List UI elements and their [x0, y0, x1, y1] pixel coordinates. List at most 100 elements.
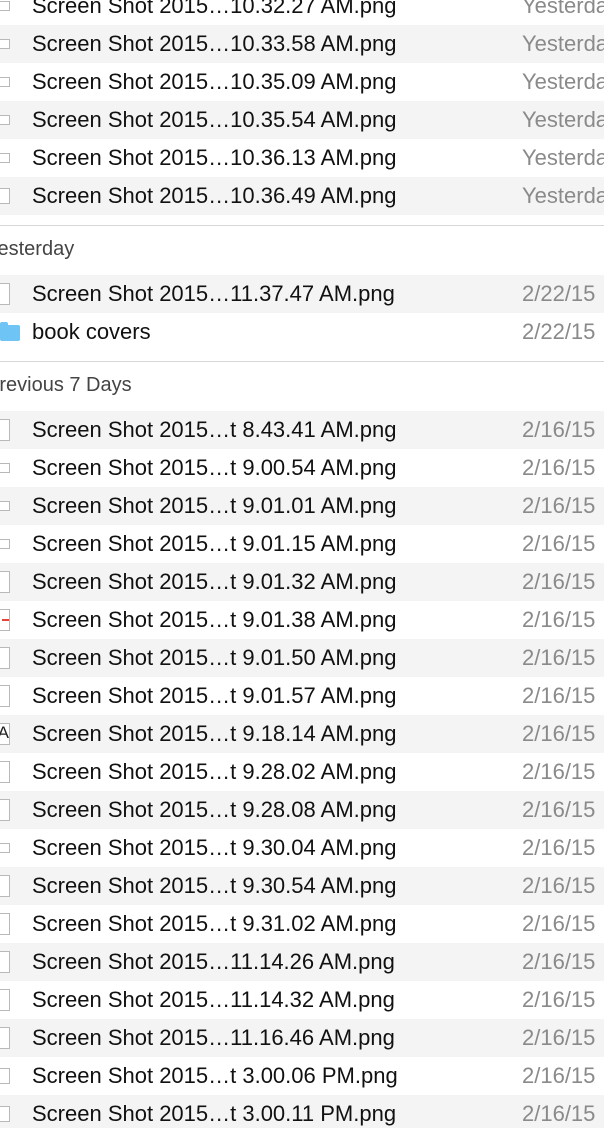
file-name: Screen Shot 2015…t 9.30.04 AM.png: [32, 835, 397, 860]
file-row[interactable]: Screen Shot 2015…t 9.18.14 AM.png 2/16/15: [0, 715, 604, 753]
group-header: Previous 7 Days: [0, 361, 604, 411]
file-row[interactable]: Screen Shot 2015…10.32.27 AM.png Yesterda…: [0, 0, 604, 25]
file-row[interactable]: Screen Shot 2015…11.14.26 AM.png 2/16/15: [0, 943, 604, 981]
image-file-icon: [0, 571, 10, 593]
file-row[interactable]: Screen Shot 2015…t 9.01.57 AM.png 2/16/15: [0, 677, 604, 715]
date-modified: 2/16/15: [522, 645, 596, 670]
date-modified: 2/16/15: [522, 417, 596, 442]
file-name: Screen Shot 2015…t 9.28.08 AM.png: [32, 797, 397, 822]
date-modified: 2/16/15: [522, 683, 596, 708]
file-name: Screen Shot 2015…t 9.31.02 AM.png: [32, 911, 397, 936]
image-file-icon: [0, 685, 10, 707]
group-header-label: Previous 7 Days: [0, 374, 132, 396]
image-file-icon: [0, 723, 10, 745]
image-file-icon: [0, 913, 10, 935]
date-modified: 2/16/15: [522, 987, 596, 1012]
date-modified: 2/22/15: [522, 319, 596, 344]
image-file-icon: [0, 1027, 10, 1049]
date-modified: 2/16/15: [522, 531, 596, 556]
file-row[interactable]: Screen Shot 2015…11.14.32 AM.png 2/16/15: [0, 981, 604, 1019]
date-modified: Yesterday: [522, 0, 604, 18]
date-modified: 2/16/15: [522, 1101, 596, 1126]
image-file-icon: [0, 951, 10, 973]
file-row[interactable]: Screen Shot 2015…t 9.31.02 AM.png 2/16/15: [0, 905, 604, 943]
file-row[interactable]: Screen Shot 2015…t 9.28.02 AM.png 2/16/15: [0, 753, 604, 791]
image-file-icon: [0, 989, 10, 1011]
file-row[interactable]: Screen Shot 2015…10.35.54 AM.png Yesterda…: [0, 101, 604, 139]
file-row[interactable]: Screen Shot 2015…t 9.01.01 AM.png 2/16/15: [0, 487, 604, 525]
file-row[interactable]: Screen Shot 2015…10.35.09 AM.png Yesterda…: [0, 63, 604, 101]
file-name: Screen Shot 2015…t 3.00.11 PM.png: [32, 1101, 397, 1126]
file-name: Screen Shot 2015…t 3.00.06 PM.png: [32, 1063, 398, 1088]
file-row[interactable]: Screen Shot 2015…t 3.00.06 PM.png 2/16/15: [0, 1057, 604, 1095]
image-file-icon: [0, 463, 10, 473]
image-file-icon: [0, 539, 10, 549]
image-file-icon: [0, 283, 10, 305]
file-name: Screen Shot 2015…t 9.18.14 AM.png: [32, 721, 397, 746]
file-row[interactable]: Screen Shot 2015…t 9.01.50 AM.png 2/16/15: [0, 639, 604, 677]
image-file-icon: [0, 609, 10, 631]
group-header-label: Yesterday: [0, 238, 75, 260]
date-modified: 2/16/15: [522, 759, 596, 784]
file-name: Screen Shot 2015…t 9.01.57 AM.png: [32, 683, 397, 708]
date-modified: Yesterday: [522, 145, 604, 170]
file-row[interactable]: Screen Shot 2015…t 9.30.54 AM.png 2/16/15: [0, 867, 604, 905]
file-row[interactable]: Screen Shot 2015…t 9.28.08 AM.png 2/16/15: [0, 791, 604, 829]
file-row[interactable]: Screen Shot 2015…10.36.13 AM.png Yesterda…: [0, 139, 604, 177]
file-name: Screen Shot 2015…11.14.32 AM.png: [32, 987, 395, 1012]
image-file-icon: [0, 1, 10, 11]
image-file-icon: [0, 188, 10, 204]
file-row[interactable]: Screen Shot 2015…11.16.46 AM.png 2/16/15: [0, 1019, 604, 1057]
file-name: Screen Shot 2015…10.36.13 AM.png: [32, 145, 397, 170]
date-modified: 2/16/15: [522, 455, 596, 480]
date-modified: 2/16/15: [522, 911, 596, 936]
image-file-icon: [0, 843, 10, 853]
group-header: Yesterday: [0, 225, 604, 275]
file-name: Screen Shot 2015…10.32.27 AM.png: [32, 0, 397, 18]
file-row[interactable]: Screen Shot 2015…10.33.58 AM.png Yesterda…: [0, 25, 604, 63]
date-modified: Yesterday: [522, 69, 604, 94]
file-name: book covers: [32, 319, 151, 344]
file-row[interactable]: Screen Shot 2015…t 8.43.41 AM.png 2/16/15: [0, 411, 604, 449]
file-row[interactable]: Screen Shot 2015…t 9.01.32 AM.png 2/16/15: [0, 563, 604, 601]
date-modified: 2/22/15: [522, 281, 596, 306]
file-name: Screen Shot 2015…t 9.30.54 AM.png: [32, 873, 397, 898]
file-row[interactable]: Screen Shot 2015…t 9.01.15 AM.png 2/16/15: [0, 525, 604, 563]
file-name: Screen Shot 2015…10.33.58 AM.png: [32, 31, 397, 56]
file-row[interactable]: Screen Shot 2015…t 9.30.04 AM.png 2/16/15: [0, 829, 604, 867]
image-file-icon: [0, 153, 10, 163]
file-name: Screen Shot 2015…11.37.47 AM.png: [32, 281, 395, 306]
file-list: Screen Shot 2015…10.32.27 AM.png Yesterda…: [0, 0, 604, 1128]
file-name: Screen Shot 2015…10.35.54 AM.png: [32, 107, 397, 132]
image-file-icon: [0, 1106, 10, 1122]
image-file-icon: [0, 761, 10, 783]
file-row[interactable]: Screen Shot 2015…11.37.47 AM.png 2/22/15: [0, 275, 604, 313]
file-name: Screen Shot 2015…t 9.01.38 AM.png: [32, 607, 397, 632]
file-row[interactable]: Screen Shot 2015…10.36.49 AM.png Yesterda…: [0, 177, 604, 215]
date-modified: 2/16/15: [522, 569, 596, 594]
date-modified: 2/16/15: [522, 493, 596, 518]
date-modified: 2/16/15: [522, 873, 596, 898]
file-row[interactable]: Screen Shot 2015…t 9.00.54 AM.png 2/16/15: [0, 449, 604, 487]
file-name: Screen Shot 2015…t 8.43.41 AM.png: [32, 417, 397, 442]
date-modified: Yesterday: [522, 183, 604, 208]
date-modified: 2/16/15: [522, 721, 596, 746]
file-row[interactable]: Screen Shot 2015…t 9.01.38 AM.png 2/16/15: [0, 601, 604, 639]
file-name: Screen Shot 2015…t 9.01.50 AM.png: [32, 645, 397, 670]
folder-icon: [0, 322, 20, 341]
folder-row[interactable]: book covers 2/22/15: [0, 313, 604, 351]
date-modified: 2/16/15: [522, 949, 596, 974]
file-row[interactable]: Screen Shot 2015…t 3.00.11 PM.png 2/16/15: [0, 1095, 604, 1128]
file-name: Screen Shot 2015…t 9.00.54 AM.png: [32, 455, 397, 480]
file-name: Screen Shot 2015…t 9.28.02 AM.png: [32, 759, 397, 784]
image-file-icon: [0, 799, 10, 821]
file-name: Screen Shot 2015…11.16.46 AM.png: [32, 1025, 395, 1050]
file-name: Screen Shot 2015…t 9.01.15 AM.png: [32, 531, 397, 556]
image-file-icon: [0, 1068, 10, 1084]
image-file-icon: [0, 39, 10, 49]
date-modified: 2/16/15: [522, 1063, 596, 1088]
date-modified: Yesterday: [522, 31, 604, 56]
image-file-icon: [0, 875, 10, 897]
image-file-icon: [0, 647, 10, 669]
date-modified: 2/16/15: [522, 607, 596, 632]
